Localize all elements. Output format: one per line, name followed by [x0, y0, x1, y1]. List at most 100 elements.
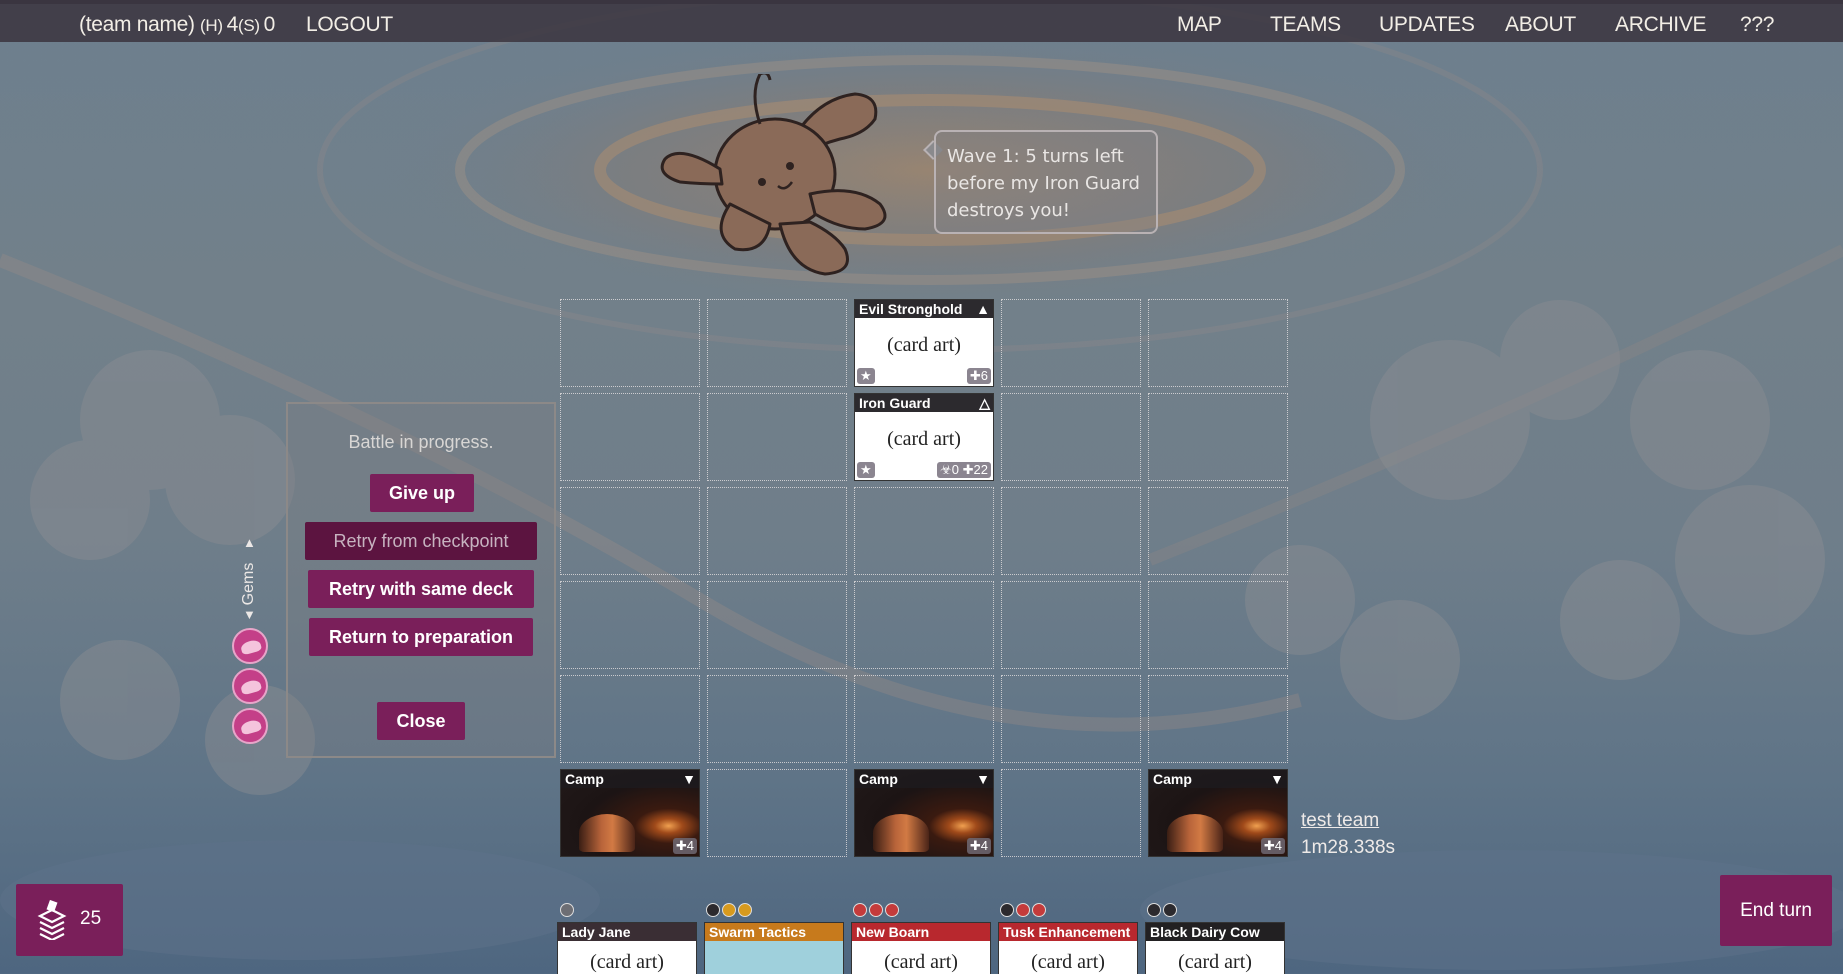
team-link[interactable]: test team — [1301, 810, 1379, 832]
cost-icon — [1000, 903, 1014, 917]
board-cell[interactable] — [1148, 675, 1288, 763]
board-cell[interactable] — [560, 299, 700, 387]
board-cell[interactable] — [707, 393, 847, 481]
cost-icon — [1163, 903, 1177, 917]
gem-icon[interactable] — [232, 708, 268, 744]
card-name: Swarm Tactics — [705, 923, 843, 941]
card-name: Iron Guard — [859, 395, 931, 411]
card-title: Evil Stronghold ▲ — [855, 300, 993, 318]
board-cell[interactable] — [1001, 581, 1141, 669]
board-cell[interactable] — [854, 487, 994, 575]
card-name: Black Dairy Cow — [1146, 923, 1284, 941]
hand-card[interactable]: Swarm Tactics — [704, 922, 844, 974]
nav-about-link[interactable]: ABOUT — [1505, 13, 1576, 37]
board-cell[interactable] — [1148, 299, 1288, 387]
board-cell[interactable] — [1001, 299, 1141, 387]
logout-link[interactable]: LOGOUT — [306, 13, 393, 37]
board-cell[interactable] — [1148, 487, 1288, 575]
close-button[interactable]: Close — [377, 702, 465, 740]
health-badge: ✚4 — [966, 838, 991, 854]
tent-image — [873, 814, 929, 852]
nav-teams-link[interactable]: TEAMS — [1270, 13, 1341, 37]
battle-status-text: Battle in progress. — [348, 432, 494, 452]
triangle-up-icon: ▲ — [976, 301, 990, 317]
health-badge: ✚6 — [966, 368, 991, 384]
board-cell[interactable] — [1001, 769, 1141, 857]
hand-card[interactable]: Black Dairy Cow (card art) — [1145, 922, 1285, 974]
card-cost-icons — [560, 902, 576, 918]
enemy-card-evil-stronghold[interactable]: Evil Stronghold ▲ (card art) ★ ✚6 — [854, 299, 994, 387]
nav-secret-link[interactable]: ??? — [1740, 13, 1774, 37]
card-name: Lady Jane — [558, 923, 696, 941]
card-name: New Boarn — [852, 923, 990, 941]
card-art: (card art) — [590, 951, 664, 973]
triangle-down-icon: ▼ — [682, 771, 696, 787]
cost-icon — [706, 903, 720, 917]
player-card-camp[interactable]: Camp ▼ ✚4 — [560, 769, 700, 857]
player-card-camp[interactable]: Camp ▼ ✚4 — [854, 769, 994, 857]
end-turn-button[interactable]: End turn — [1720, 875, 1832, 946]
health-value: 22 — [973, 462, 988, 477]
give-up-button[interactable]: Give up — [370, 474, 474, 512]
hand-card[interactable]: New Boarn (card art) — [851, 922, 991, 974]
board-cell[interactable] — [1001, 393, 1141, 481]
gems-label: Gems — [240, 562, 257, 606]
board-cell[interactable] — [707, 487, 847, 575]
team-name[interactable]: (team name) — [79, 13, 195, 37]
board-cell[interactable] — [1001, 675, 1141, 763]
board-cell[interactable] — [1148, 393, 1288, 481]
cost-icon — [738, 903, 752, 917]
gems-toggle[interactable]: ▲ Gems ▼ — [240, 535, 260, 625]
board-cell[interactable] — [1001, 487, 1141, 575]
card-title: Camp ▼ — [855, 770, 993, 788]
card-cost-icons — [853, 902, 901, 918]
tent-image — [579, 814, 635, 852]
board-cell[interactable] — [560, 393, 700, 481]
board-cell[interactable] — [707, 299, 847, 387]
card-cost-icons — [1000, 902, 1048, 918]
board-cell[interactable] — [707, 675, 847, 763]
card-name: Camp — [565, 771, 604, 787]
hand-card[interactable]: Tusk Enhancement (card art) — [998, 922, 1138, 974]
deck-count: 25 — [80, 908, 102, 929]
gem-icon[interactable] — [232, 628, 268, 664]
gem-icon[interactable] — [232, 668, 268, 704]
board-cell[interactable] — [1148, 581, 1288, 669]
health-badge: ✚4 — [672, 838, 697, 854]
deck-button[interactable]: 25 — [16, 884, 123, 956]
health-value: 4 — [980, 838, 988, 853]
cost-icon — [885, 903, 899, 917]
hand-card[interactable]: Lady Jane (card art) — [557, 922, 697, 974]
score-s-label: (S) — [238, 16, 260, 35]
boss-creature-image — [660, 74, 887, 276]
score-h-label: (H) — [200, 16, 223, 35]
enemy-card-iron-guard[interactable]: Iron Guard △ (card art) ★ ☣0 ✚22 — [854, 393, 994, 481]
board-cell[interactable] — [854, 675, 994, 763]
nav-map-link[interactable]: MAP — [1177, 13, 1222, 37]
cost-icon — [1032, 903, 1046, 917]
return-preparation-button[interactable]: Return to preparation — [309, 618, 533, 656]
board-cell[interactable] — [707, 769, 847, 857]
nav-updates-link[interactable]: UPDATES — [1379, 13, 1475, 37]
card-cost-icons — [1147, 902, 1179, 918]
arrow-down-icon: ▼ — [243, 607, 256, 622]
cost-icon — [1016, 903, 1030, 917]
card-stack-icon — [37, 900, 67, 940]
triangle-up-outline-icon: △ — [979, 395, 990, 411]
board-cell[interactable] — [707, 581, 847, 669]
board-cell[interactable] — [560, 675, 700, 763]
player-card-camp[interactable]: Camp ▼ ✚4 — [1148, 769, 1288, 857]
card-art: (card art) — [1178, 951, 1252, 973]
retry-same-deck-button[interactable]: Retry with same deck — [308, 570, 534, 608]
board-cell[interactable] — [854, 581, 994, 669]
triangle-down-icon: ▼ — [1270, 771, 1284, 787]
board-cell[interactable] — [560, 487, 700, 575]
health-value: 4 — [1274, 838, 1282, 853]
stats-badge: ☣0 ✚22 — [937, 462, 991, 478]
nav-archive-link[interactable]: ARCHIVE — [1615, 13, 1707, 37]
board-cell[interactable] — [560, 581, 700, 669]
card-name: Camp — [859, 771, 898, 787]
card-cost-icons — [706, 902, 754, 918]
retry-checkpoint-button[interactable]: Retry from checkpoint — [305, 522, 537, 560]
health-value: 6 — [980, 368, 988, 383]
